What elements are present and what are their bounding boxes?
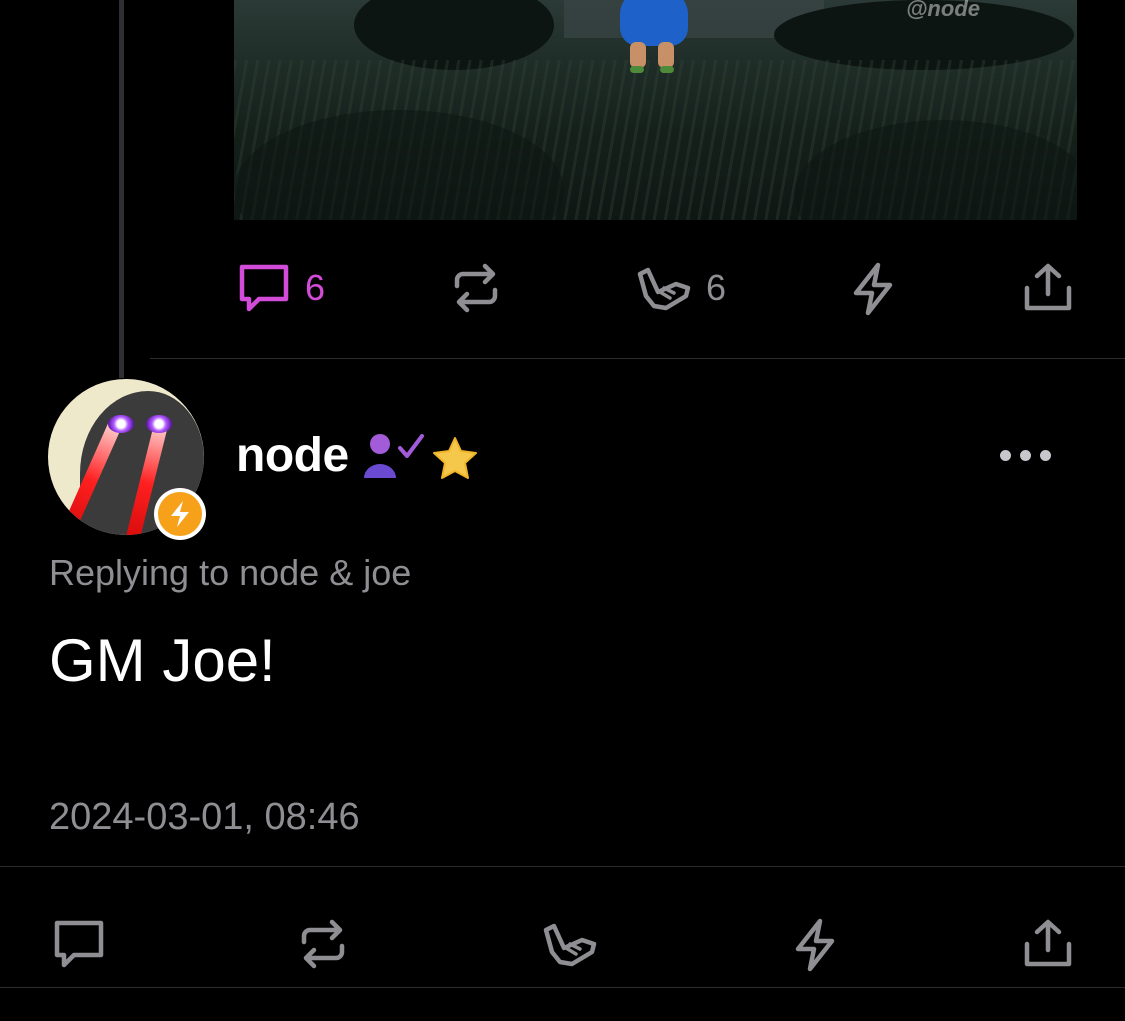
replying-to-label[interactable]: Replying to node & joe [49,552,411,594]
verified-user-icon [364,434,424,478]
comment-icon [239,264,289,312]
post-reply-count: 6 [305,267,326,308]
media-frog-figure [616,0,692,85]
zap-icon [853,262,893,316]
reply-share-button[interactable] [1021,918,1075,970]
post-repost-button[interactable] [449,262,503,314]
repost-icon [301,919,345,969]
post-zap-button[interactable] [848,262,898,316]
thread-connector-line [119,0,124,378]
post-reply-button[interactable]: 6 [237,262,325,314]
comment-icon [54,920,104,968]
post-reaction-button[interactable]: 6 [636,262,726,314]
repost-icon [454,263,498,313]
reply-reply-button[interactable] [52,918,106,970]
more-icon [1000,450,1011,461]
more-icon [1020,450,1031,461]
share-icon [1024,263,1072,311]
media-watermark: @node [905,0,980,21]
author-name[interactable]: node [236,428,349,483]
shaka-icon [543,923,597,967]
shaka-icon [637,267,691,311]
post-share-button[interactable] [1021,262,1075,314]
lightning-badge-icon [154,488,206,540]
star-icon [433,437,477,479]
share-icon [1024,919,1072,967]
bottom-divider [0,987,1125,988]
reply-zap-button[interactable] [790,918,840,972]
reply-content: GM Joe! [49,627,276,694]
reply-timestamp: 2024-03-01, 08:46 [49,796,360,838]
more-options-button[interactable] [1000,450,1051,461]
post-media-image[interactable]: @node [234,0,1077,220]
more-icon [1040,450,1051,461]
post-divider [150,358,1125,359]
reply-repost-button[interactable] [296,918,350,970]
zap-icon [795,918,835,972]
reply-divider [0,866,1125,867]
reply-reaction-button[interactable] [542,918,598,970]
post-reaction-count: 6 [706,267,727,308]
